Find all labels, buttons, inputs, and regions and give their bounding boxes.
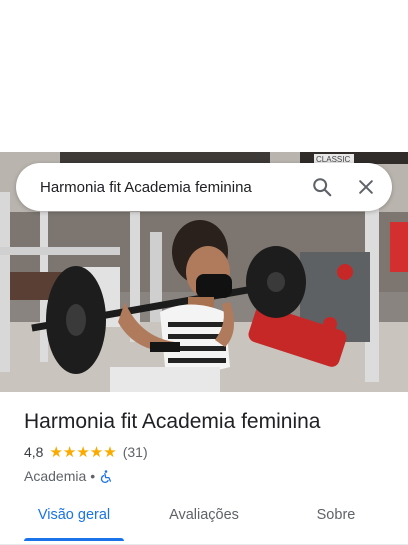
star-rating-icon: ★★★★★ [49,444,117,461]
category-label: Academia [24,468,87,484]
rating-row[interactable]: 4,8 ★★★★★ (31) [24,442,394,462]
search-button[interactable] [304,169,340,205]
wheelchair-icon [101,469,112,483]
tab-reviews[interactable]: Avaliações [154,492,254,538]
rating-value: 4,8 [24,444,44,460]
separator-dot: • [90,468,96,484]
blank-top-area [0,0,408,152]
active-tab-indicator [24,538,124,541]
review-count[interactable]: (31) [123,444,148,460]
close-button[interactable] [348,169,384,205]
place-title: Harmonia fit Academia feminina [24,410,321,433]
category-row: Academia • [24,466,394,486]
search-icon [313,178,332,197]
place-info: Harmonia fit Academia feminina 4,8 ★★★★★… [24,408,394,486]
search-input[interactable]: Harmonia fit Academia feminina [40,179,304,196]
tab-bar: Visão geral Avaliações Sobre [0,492,408,545]
search-bar[interactable]: Harmonia fit Academia feminina [16,163,392,211]
tab-overview[interactable]: Visão geral [24,492,124,538]
close-icon [359,180,373,194]
tab-about[interactable]: Sobre [286,492,386,538]
